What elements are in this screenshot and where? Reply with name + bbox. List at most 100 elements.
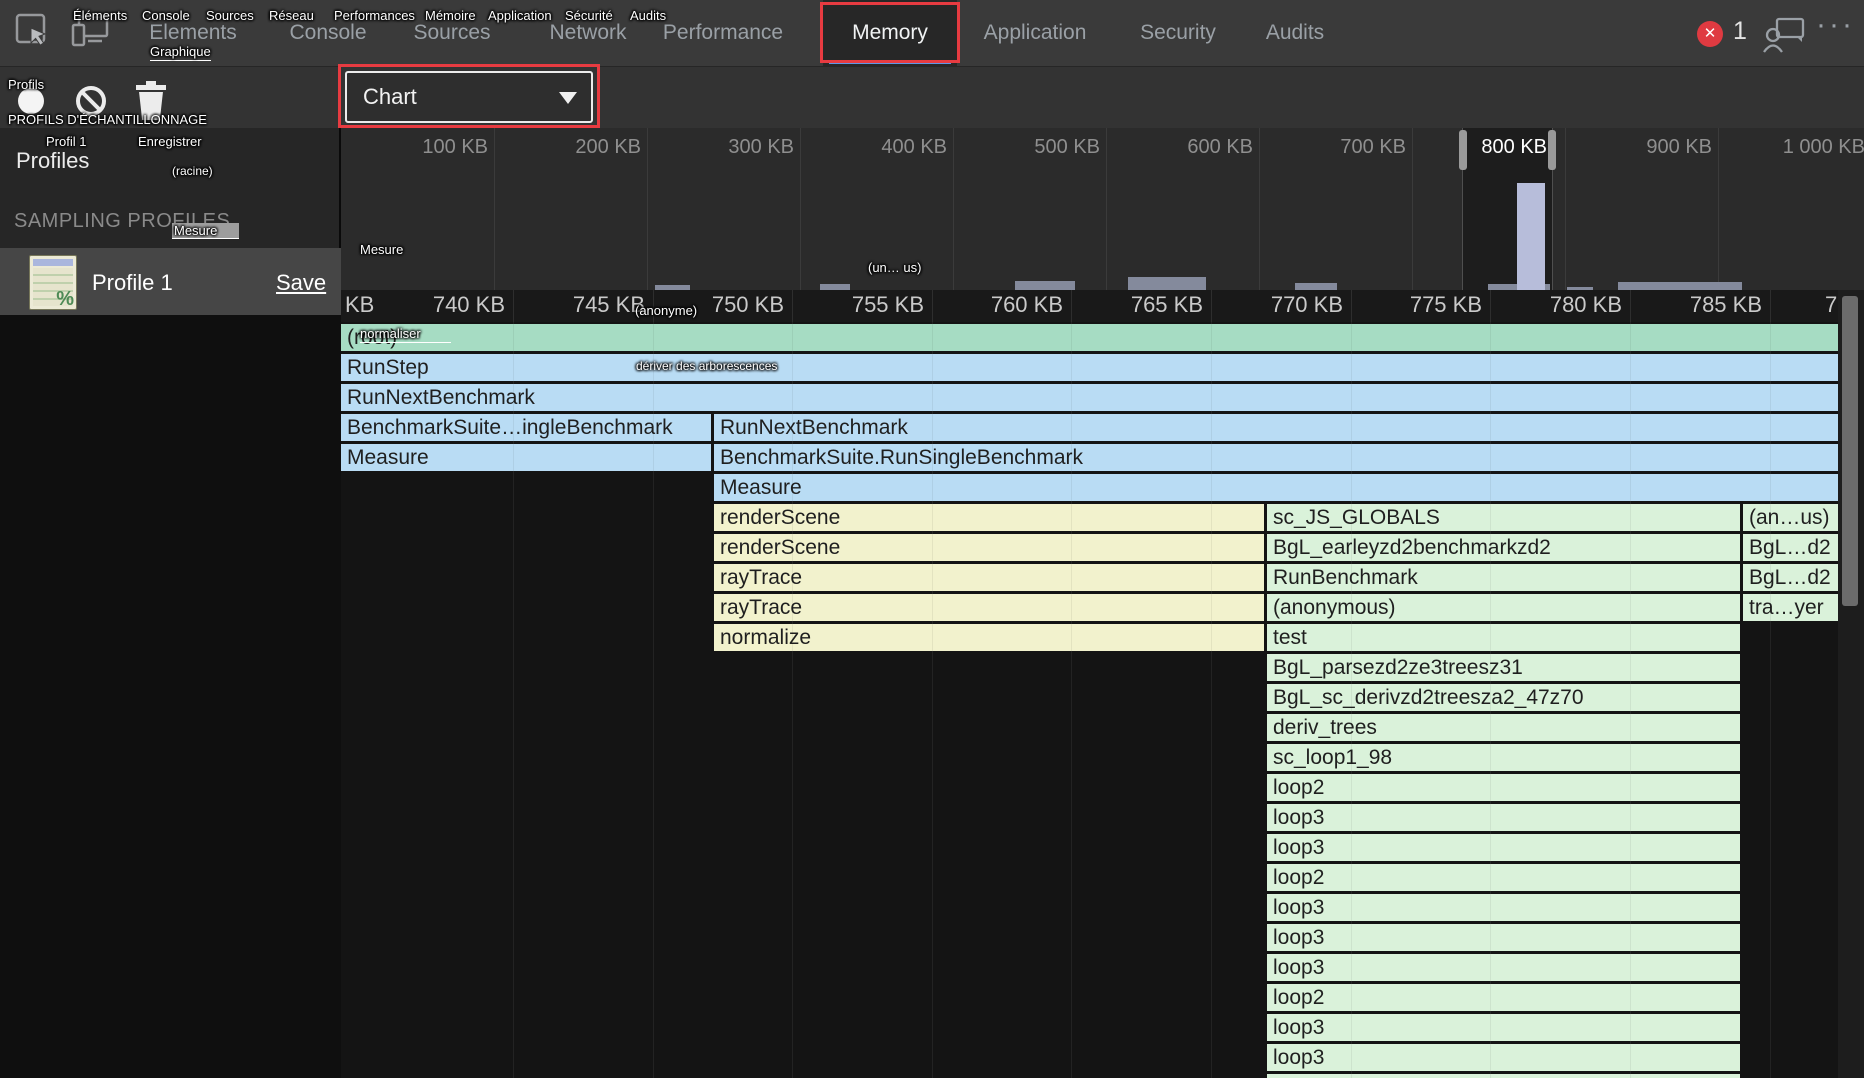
overview-gridline [1718, 128, 1719, 290]
profils-overlay-label: Profils [8, 77, 44, 92]
flame-cell[interactable]: tra…yer [1743, 594, 1838, 621]
mesure-sidebar-overlay-label: Mesure [172, 223, 239, 239]
un-us-overlay-label: (un… us) [868, 260, 921, 275]
tab-overlay-label: Audits [630, 8, 666, 23]
flame-cell[interactable]: BenchmarkSuite…ingleBenchmark [341, 414, 711, 441]
flame-cell[interactable]: loop3 [1267, 804, 1740, 831]
tab-overlay-label: Sécurité [565, 8, 613, 23]
selection-left-handle[interactable] [1459, 130, 1467, 170]
flame-cell[interactable]: BenchmarkSuite.RunSingleBenchmark [714, 444, 1838, 471]
flame-cell[interactable]: (anonymous) [1267, 594, 1740, 621]
flame-cell[interactable]: Measure [714, 474, 1838, 501]
overview-tick-label: 300 KB [674, 136, 794, 159]
flame-cell[interactable]: loop2 [1267, 774, 1740, 801]
profiles-sidebar: Profil 1 Enregistrer Profiles (racine) S… [0, 128, 341, 1078]
flame-cell[interactable]: loop2 [1267, 864, 1740, 891]
flame-cell[interactable]: normalize [714, 624, 1264, 651]
ruler-tick-label: 745 KB [513, 292, 645, 318]
tab-overlay-label: Réseau [269, 8, 314, 23]
flame-cell[interactable]: loop3 [1267, 894, 1740, 921]
overview-tick-label: 800 KB [1427, 136, 1547, 159]
vertical-scrollbar[interactable] [1838, 290, 1864, 1078]
overview-gridline [1412, 128, 1413, 290]
ruler-tick-label: 760 KB [931, 292, 1063, 318]
tab-security[interactable]: Security [1140, 0, 1216, 66]
error-count[interactable]: 1 [1733, 17, 1747, 46]
overview-tall-bar [1517, 183, 1545, 290]
devtools-window: ElementsConsoleSourcesNetworkPerformance… [0, 0, 1864, 1078]
sidebar-empty-area [0, 315, 341, 1078]
feedback-person-icon[interactable] [1762, 16, 1806, 54]
flame-cell[interactable]: Measure [341, 444, 711, 471]
graphique-overlay-label: Graphique [150, 44, 211, 61]
flame-cell[interactable]: deriv_trees [1267, 714, 1740, 741]
save-profile-link[interactable]: Save [276, 270, 326, 296]
flame-cell[interactable]: BgL_parsezd2ze3treesz31 [1267, 654, 1740, 681]
ruler-tick-label: 755 KB [792, 292, 924, 318]
flame-cell[interactable]: loop3 [1267, 1074, 1740, 1078]
tab-overlay-label: Sources [206, 8, 254, 23]
flame-cell[interactable]: renderScene [714, 504, 1264, 531]
normaliser-overlay-label: normaliser [360, 326, 451, 343]
ruler-tick-label: 785 KB [1630, 292, 1762, 318]
tab-application[interactable]: Application [984, 0, 1087, 66]
flame-cell[interactable]: loop2 [1267, 984, 1740, 1011]
tab-overlay-label: Éléments [73, 8, 127, 23]
error-count-badge-icon[interactable]: ✕ [1697, 21, 1723, 47]
overview-histogram-bar [1015, 281, 1075, 290]
flame-cell[interactable]: loop3 [1267, 1014, 1740, 1041]
profile-list-item[interactable]: % Profile 1 Save [0, 248, 341, 315]
flame-cell[interactable]: BgL…d2 [1743, 534, 1838, 561]
heap-flame-chart[interactable]: (root)RunStepRunNextBenchmarkBenchmarkSu… [341, 322, 1864, 1078]
flame-cell[interactable]: RunBenchmark [1267, 564, 1740, 591]
anonyme-overlay-label: (anonyme) [635, 303, 697, 318]
overview-histogram-bar [1618, 282, 1742, 290]
tab-performance[interactable]: Performance [663, 0, 783, 66]
ruler-tick-label: 740 KB [373, 292, 505, 318]
flame-cell[interactable]: test [1267, 624, 1740, 651]
flame-cell[interactable]: loop3 [1267, 1044, 1740, 1071]
flame-cell[interactable]: sc_loop1_98 [1267, 744, 1740, 771]
ruler-tick-label: 780 KB [1490, 292, 1622, 318]
overview-tick-label: 900 KB [1592, 136, 1712, 159]
scrollbar-thumb[interactable] [1842, 296, 1858, 606]
chart-dropdown-annotation-box [338, 64, 600, 128]
flame-cell[interactable]: renderScene [714, 534, 1264, 561]
flame-cell[interactable]: RunNextBenchmark [341, 384, 1838, 411]
overview-gridline [1106, 128, 1107, 290]
overview-histogram-bar [1128, 277, 1206, 290]
flame-cell[interactable]: loop3 [1267, 834, 1740, 861]
flame-cell[interactable]: (an…us) [1743, 504, 1838, 531]
flame-cell[interactable]: BgL_earleyzd2benchmarkzd2 [1267, 534, 1740, 561]
tab-audits[interactable]: Audits [1266, 0, 1324, 66]
overview-histogram-bar [1567, 287, 1593, 290]
overview-gridline [953, 128, 954, 290]
flame-cell[interactable]: BgL_sc_derivzd2treesza2_47z70 [1267, 684, 1740, 711]
flame-cell[interactable]: rayTrace [714, 564, 1264, 591]
selection-right-handle[interactable] [1548, 130, 1556, 170]
profiles-header: Profiles [16, 148, 89, 174]
flame-cell[interactable]: sc_JS_GLOBALS [1267, 504, 1740, 531]
flame-cell[interactable]: RunNextBenchmark [714, 414, 1838, 441]
tab-overlay-label: Mémoire [425, 8, 476, 23]
heap-chart-area: 100 KB200 KB300 KB400 KB500 KB600 KB700 … [341, 128, 1864, 1078]
deriver-overlay-label: dériver des arborescences [636, 359, 777, 373]
memory-overview-strip[interactable]: 100 KB200 KB300 KB400 KB500 KB600 KB700 … [341, 128, 1864, 290]
flame-cell[interactable]: rayTrace [714, 594, 1264, 621]
overview-gridline [1565, 128, 1566, 290]
tab-overlay-label: Performances [334, 8, 415, 23]
racine-overlay-label: (racine) [172, 164, 213, 178]
overview-tick-label: 600 KB [1133, 136, 1253, 159]
flame-cell[interactable]: BgL…d2 [1743, 564, 1838, 591]
overview-tick-label: 400 KB [827, 136, 947, 159]
flame-cell[interactable]: RunStep [341, 354, 1838, 381]
flame-cell[interactable]: loop3 [1267, 924, 1740, 951]
inspect-element-icon[interactable] [14, 12, 52, 50]
more-options-menu-icon[interactable]: ··· [1816, 8, 1855, 42]
overview-histogram-bar [1295, 283, 1337, 290]
enregistrer-overlay-label: Enregistrer [138, 134, 202, 149]
flame-cell[interactable]: loop3 [1267, 954, 1740, 981]
overview-tick-label: 100 KB [368, 136, 488, 159]
flame-cell[interactable]: (root) [341, 324, 1838, 351]
overview-tick-label: 200 KB [521, 136, 641, 159]
